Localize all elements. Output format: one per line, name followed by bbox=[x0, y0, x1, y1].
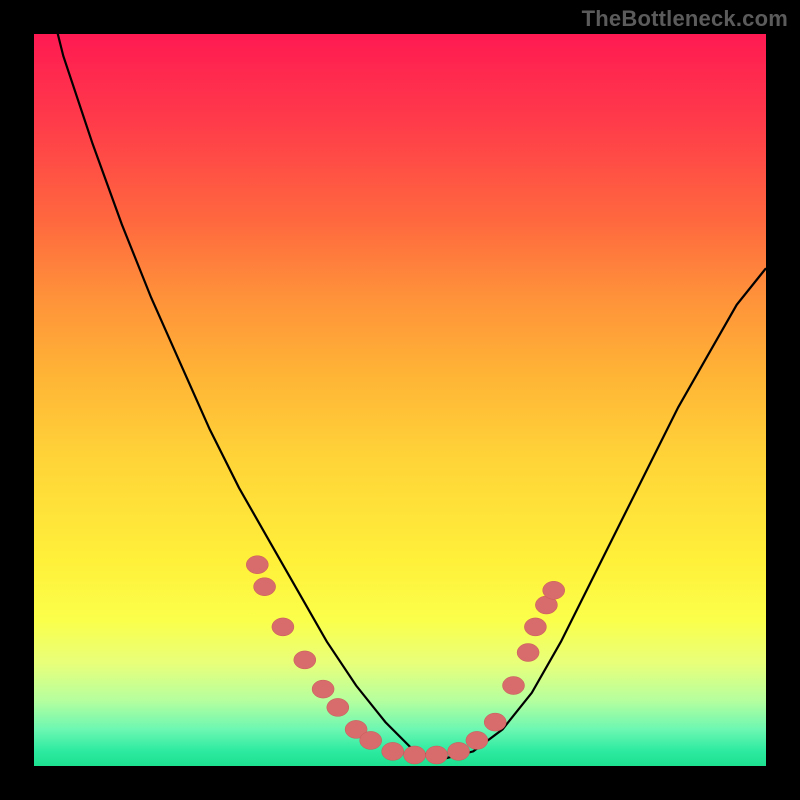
data-point bbox=[448, 742, 470, 760]
data-point bbox=[272, 618, 294, 636]
data-point bbox=[294, 651, 316, 669]
data-point bbox=[254, 578, 276, 596]
data-point bbox=[426, 746, 448, 764]
data-point bbox=[484, 713, 506, 731]
data-point bbox=[312, 680, 334, 698]
data-point bbox=[404, 746, 426, 764]
data-point bbox=[543, 581, 565, 599]
data-point bbox=[503, 677, 525, 695]
bottleneck-curve bbox=[34, 0, 766, 759]
data-points-group bbox=[246, 556, 564, 764]
outer-frame: TheBottleneck.com bbox=[0, 0, 800, 800]
data-point bbox=[466, 731, 488, 749]
data-point bbox=[517, 644, 539, 662]
chart-svg bbox=[34, 34, 766, 766]
data-point bbox=[360, 731, 382, 749]
watermark-text: TheBottleneck.com bbox=[582, 6, 788, 32]
data-point bbox=[246, 556, 268, 574]
data-point bbox=[524, 618, 546, 636]
data-point bbox=[382, 742, 404, 760]
plot-area bbox=[34, 34, 766, 766]
data-point bbox=[327, 698, 349, 716]
